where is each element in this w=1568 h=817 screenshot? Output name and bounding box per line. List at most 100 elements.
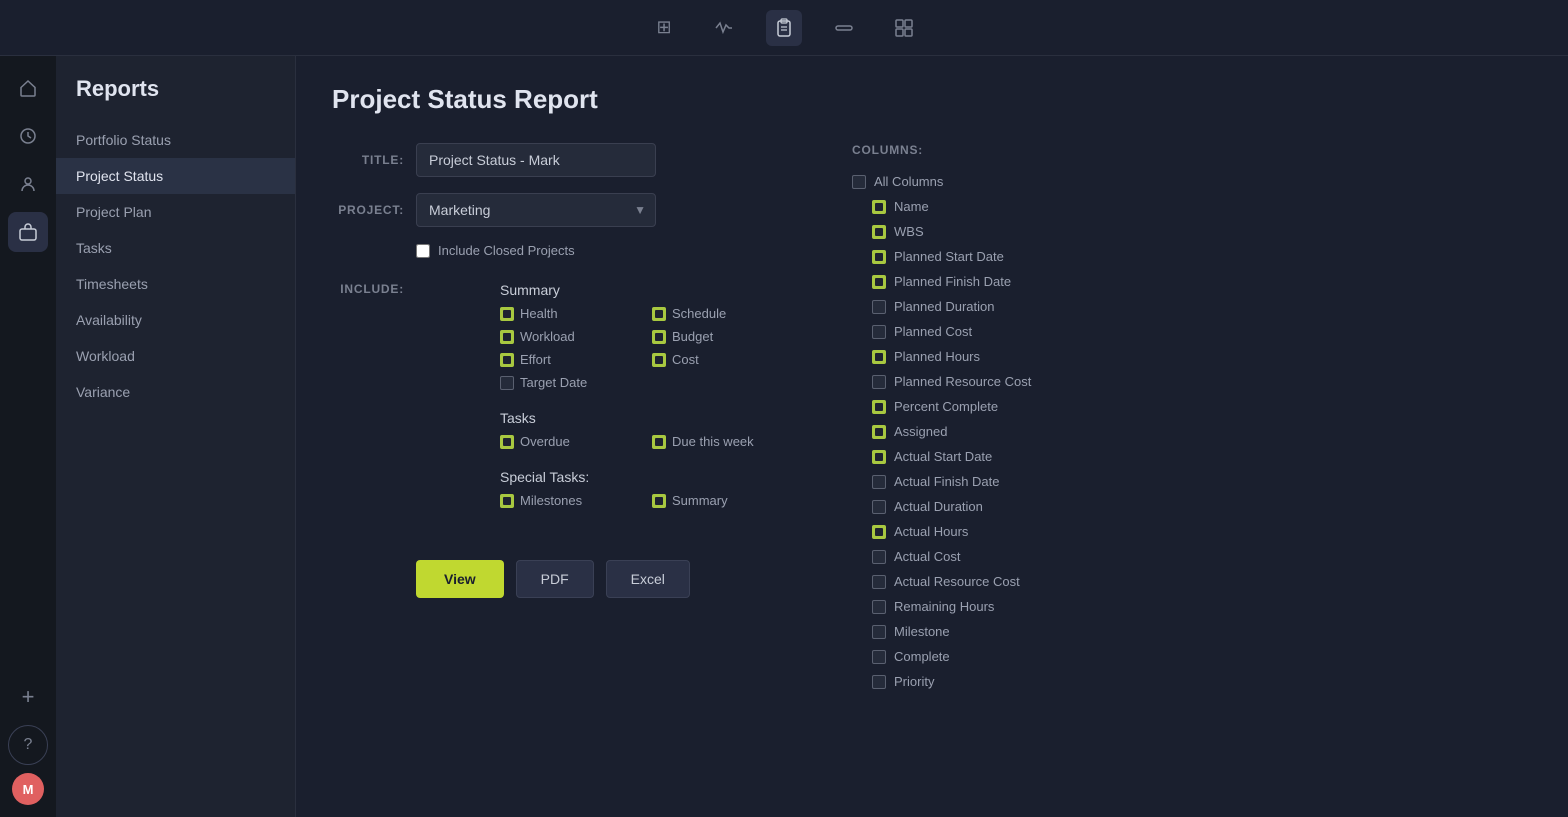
- due-this-week-check[interactable]: Due this week: [652, 434, 792, 449]
- actual-resource-cost-checkbox[interactable]: [872, 575, 886, 589]
- col-actual-cost[interactable]: Actual Cost: [852, 544, 1528, 569]
- planned-resource-cost-checkbox[interactable]: [872, 375, 886, 389]
- health-check[interactable]: Health: [500, 306, 640, 321]
- col-actual-start-date[interactable]: Actual Start Date: [852, 444, 1528, 469]
- remaining-hours-checkbox[interactable]: [872, 600, 886, 614]
- workload-check[interactable]: Workload: [500, 329, 640, 344]
- name-checkbox[interactable]: [872, 200, 886, 214]
- percent-complete-checkbox[interactable]: [872, 400, 886, 414]
- special-tasks-checks: Milestones Summary: [500, 493, 792, 508]
- wbs-checkbox[interactable]: [872, 225, 886, 239]
- title-input[interactable]: [416, 143, 656, 177]
- user-avatar[interactable]: M: [12, 773, 44, 805]
- milestones-check[interactable]: Milestones: [500, 493, 640, 508]
- col-all-columns[interactable]: All Columns: [852, 169, 1528, 194]
- include-closed-checkbox[interactable]: [416, 244, 430, 258]
- sidebar-item-timesheets[interactable]: Timesheets: [56, 266, 295, 302]
- summary-special-checkbox[interactable]: [652, 494, 666, 508]
- columns-section: COLUMNS: All Columns Name WBS: [852, 143, 1532, 689]
- col-actual-duration[interactable]: Actual Duration: [852, 494, 1528, 519]
- people-nav-btn[interactable]: [8, 164, 48, 204]
- health-checkbox[interactable]: [500, 307, 514, 321]
- effort-checkbox[interactable]: [500, 353, 514, 367]
- planned-hours-checkbox[interactable]: [872, 350, 886, 364]
- overdue-checkbox[interactable]: [500, 435, 514, 449]
- pulse-toolbar-btn[interactable]: [706, 10, 742, 46]
- sidebar-item-workload[interactable]: Workload: [56, 338, 295, 374]
- columns-scroll[interactable]: All Columns Name WBS Planned Start Date: [852, 169, 1532, 689]
- actual-finish-checkbox[interactable]: [872, 475, 886, 489]
- sidebar-item-portfolio-status[interactable]: Portfolio Status: [56, 122, 295, 158]
- col-planned-hours[interactable]: Planned Hours: [852, 344, 1528, 369]
- sidebar-item-project-status[interactable]: Project Status: [56, 158, 295, 194]
- cost-check[interactable]: Cost: [652, 352, 792, 367]
- col-actual-finish-date[interactable]: Actual Finish Date: [852, 469, 1528, 494]
- col-assigned[interactable]: Assigned: [852, 419, 1528, 444]
- pdf-button[interactable]: PDF: [516, 560, 594, 598]
- budget-checkbox[interactable]: [652, 330, 666, 344]
- milestones-checkbox[interactable]: [500, 494, 514, 508]
- col-wbs[interactable]: WBS: [852, 219, 1528, 244]
- overdue-label: Overdue: [520, 434, 570, 449]
- planned-cost-checkbox[interactable]: [872, 325, 886, 339]
- excel-button[interactable]: Excel: [606, 560, 690, 598]
- col-planned-cost[interactable]: Planned Cost: [852, 319, 1528, 344]
- col-actual-hours[interactable]: Actual Hours: [852, 519, 1528, 544]
- col-planned-duration[interactable]: Planned Duration: [852, 294, 1528, 319]
- col-milestone[interactable]: Milestone: [852, 619, 1528, 644]
- col-complete[interactable]: Complete: [852, 644, 1528, 669]
- actual-cost-checkbox[interactable]: [872, 550, 886, 564]
- help-nav-btn[interactable]: ?: [8, 725, 48, 765]
- schedule-checkbox[interactable]: [652, 307, 666, 321]
- actual-hours-checkbox[interactable]: [872, 525, 886, 539]
- icon-nav: + ? M: [0, 56, 56, 817]
- col-priority[interactable]: Priority: [852, 669, 1528, 689]
- priority-checkbox[interactable]: [872, 675, 886, 689]
- target-date-check[interactable]: Target Date: [500, 375, 640, 390]
- clipboard-toolbar-btn[interactable]: [766, 10, 802, 46]
- col-planned-start-date[interactable]: Planned Start Date: [852, 244, 1528, 269]
- effort-check[interactable]: Effort: [500, 352, 640, 367]
- layout-toolbar-btn[interactable]: [886, 10, 922, 46]
- sidebar-item-variance[interactable]: Variance: [56, 374, 295, 410]
- sidebar-item-project-plan[interactable]: Project Plan: [56, 194, 295, 230]
- add-nav-btn[interactable]: +: [8, 677, 48, 717]
- due-this-week-checkbox[interactable]: [652, 435, 666, 449]
- cost-label: Cost: [672, 352, 699, 367]
- col-planned-resource-cost[interactable]: Planned Resource Cost: [852, 369, 1528, 394]
- clock-nav-btn[interactable]: [8, 116, 48, 156]
- planned-start-checkbox[interactable]: [872, 250, 886, 264]
- planned-duration-checkbox[interactable]: [872, 300, 886, 314]
- home-nav-btn[interactable]: [8, 68, 48, 108]
- planned-finish-checkbox[interactable]: [872, 275, 886, 289]
- all-columns-checkbox[interactable]: [852, 175, 866, 189]
- milestone-checkbox[interactable]: [872, 625, 886, 639]
- workload-checkbox[interactable]: [500, 330, 514, 344]
- overdue-check[interactable]: Overdue: [500, 434, 640, 449]
- project-row: PROJECT: Marketing Sales Engineering HR …: [332, 193, 792, 227]
- briefcase-nav-btn[interactable]: [8, 212, 48, 252]
- col-name[interactable]: Name: [852, 194, 1528, 219]
- schedule-check[interactable]: Schedule: [652, 306, 792, 321]
- col-actual-resource-cost[interactable]: Actual Resource Cost: [852, 569, 1528, 594]
- assigned-checkbox[interactable]: [872, 425, 886, 439]
- view-button[interactable]: View: [416, 560, 504, 598]
- actual-duration-checkbox[interactable]: [872, 500, 886, 514]
- complete-checkbox[interactable]: [872, 650, 886, 664]
- budget-check[interactable]: Budget: [652, 329, 792, 344]
- project-select[interactable]: Marketing Sales Engineering HR: [416, 193, 656, 227]
- col-planned-finish-date[interactable]: Planned Finish Date: [852, 269, 1528, 294]
- target-date-checkbox[interactable]: [500, 376, 514, 390]
- col-percent-complete[interactable]: Percent Complete: [852, 394, 1528, 419]
- cost-checkbox[interactable]: [652, 353, 666, 367]
- title-row: TITLE:: [332, 143, 792, 177]
- sidebar-item-availability[interactable]: Availability: [56, 302, 295, 338]
- col-remaining-hours[interactable]: Remaining Hours: [852, 594, 1528, 619]
- summary-group-title: Summary: [500, 282, 792, 298]
- sidebar-item-tasks[interactable]: Tasks: [56, 230, 295, 266]
- search-toolbar-btn[interactable]: ⊞: [646, 10, 682, 46]
- summary-check[interactable]: Summary: [652, 493, 792, 508]
- all-columns-label: All Columns: [874, 174, 943, 189]
- link-toolbar-btn[interactable]: [826, 10, 862, 46]
- actual-start-checkbox[interactable]: [872, 450, 886, 464]
